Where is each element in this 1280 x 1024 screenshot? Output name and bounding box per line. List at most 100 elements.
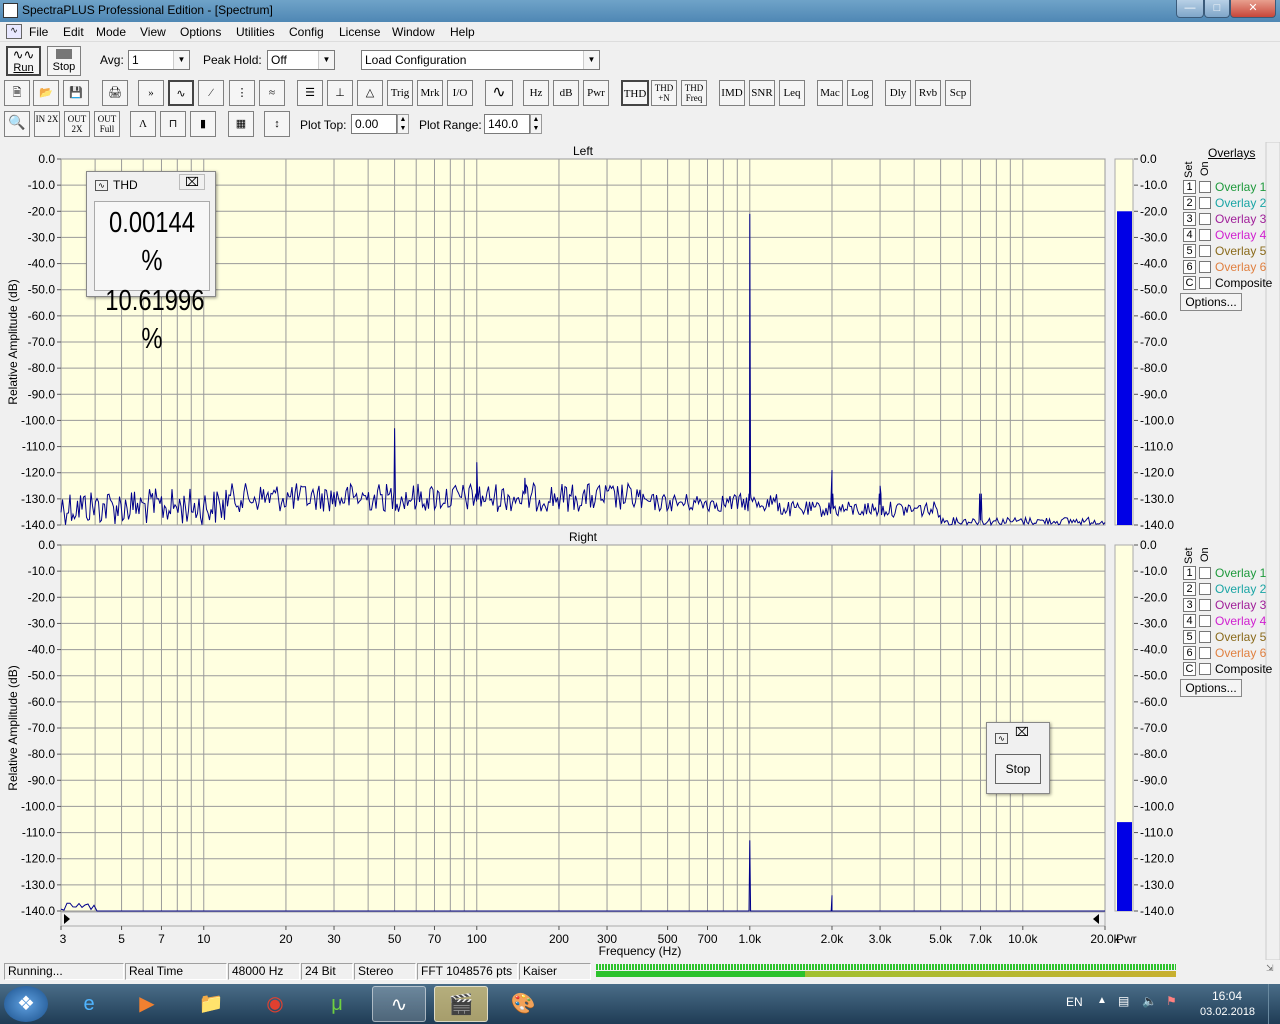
- resize-grip-icon[interactable]: ⇲: [1266, 963, 1278, 979]
- line-plot-icon[interactable]: Λ: [130, 111, 156, 137]
- overlay-options-button[interactable]: Options...: [1180, 679, 1242, 697]
- run-button[interactable]: ∿∿ Run: [6, 46, 41, 76]
- overlay-set-button[interactable]: 2: [1183, 582, 1196, 596]
- spectraplus-taskbar-icon[interactable]: ∿: [372, 986, 426, 1022]
- chevron-down-icon[interactable]: ▼: [318, 51, 334, 69]
- vertical-scale-icon[interactable]: ↕: [264, 111, 290, 137]
- step-plot-icon[interactable]: ⊓: [160, 111, 186, 137]
- app-icon[interactable]: [3, 3, 18, 18]
- overlay-on-checkbox[interactable]: [1199, 647, 1211, 659]
- file-explorer-icon[interactable]: 📁: [184, 986, 238, 1022]
- trig-button[interactable]: Trig: [387, 80, 413, 106]
- avg-select[interactable]: 1 ▼: [128, 50, 190, 70]
- chevron-down-icon[interactable]: ▼: [583, 51, 599, 69]
- show-desktop-button[interactable]: [1268, 984, 1280, 1024]
- plot-top-input[interactable]: 0.00 ▲ ▼: [351, 114, 409, 134]
- internet-explorer-icon[interactable]: e: [62, 986, 116, 1022]
- filter-icon[interactable]: △: [357, 80, 383, 106]
- zoom-out-full-button[interactable]: OUT Full: [94, 111, 120, 137]
- stop-window-button[interactable]: Stop: [995, 754, 1041, 784]
- overlay-set-button[interactable]: 3: [1183, 598, 1196, 612]
- spinner-arrows-icon[interactable]: ▲ ▼: [530, 114, 542, 134]
- document-icon[interactable]: ∿: [6, 24, 22, 39]
- imd-button[interactable]: IMD: [719, 80, 745, 106]
- overlay-on-checkbox[interactable]: [1199, 229, 1211, 241]
- log-button[interactable]: Log: [847, 80, 873, 106]
- 3d-surface-icon[interactable]: ≈: [259, 80, 285, 106]
- io-button[interactable]: I/O: [447, 80, 473, 106]
- thd-window[interactable]: ∿ THD ⌧ 0.00144 % 10.61996 %: [86, 171, 216, 355]
- maximize-button[interactable]: □: [1204, 0, 1230, 18]
- overlay-set-button[interactable]: C: [1183, 276, 1196, 290]
- fast-forward-icon[interactable]: »: [138, 80, 164, 106]
- stop-window[interactable]: ∿ ⌧ Stop: [986, 722, 1050, 794]
- close-button[interactable]: ✕: [1230, 0, 1276, 18]
- overlay-on-checkbox[interactable]: [1199, 663, 1211, 675]
- menu-view[interactable]: View: [140, 25, 166, 39]
- thd-freq-button[interactable]: THD Freq: [681, 80, 707, 106]
- snr-button[interactable]: SNR: [749, 80, 775, 106]
- media-player-icon[interactable]: ▶: [120, 986, 174, 1022]
- dly-button[interactable]: Dly: [885, 80, 911, 106]
- overlay-on-checkbox[interactable]: [1199, 213, 1211, 225]
- menu-help[interactable]: Help: [450, 25, 475, 39]
- overlay-set-button[interactable]: 1: [1183, 566, 1196, 580]
- overlay-set-button[interactable]: 3: [1183, 212, 1196, 226]
- minimize-button[interactable]: —: [1176, 0, 1204, 18]
- utorrent-icon[interactable]: μ: [310, 986, 364, 1022]
- configuration-select[interactable]: Load Configuration ▼: [361, 50, 600, 70]
- overlay-set-button[interactable]: 4: [1183, 228, 1196, 242]
- thd-button[interactable]: THD: [621, 80, 649, 106]
- chevron-down-icon[interactable]: ▼: [173, 51, 189, 69]
- mac-button[interactable]: Mac: [817, 80, 843, 106]
- bar-plot-icon[interactable]: ▮: [190, 111, 216, 137]
- overlay-set-button[interactable]: 6: [1183, 260, 1196, 274]
- overlay-set-button[interactable]: C: [1183, 662, 1196, 676]
- chrome-icon[interactable]: ◉: [248, 986, 302, 1022]
- close-icon[interactable]: ⌧: [1015, 725, 1029, 739]
- leq-button[interactable]: Leq: [779, 80, 805, 106]
- time-series-icon[interactable]: ∕: [198, 80, 224, 106]
- overlay-set-button[interactable]: 2: [1183, 196, 1196, 210]
- menu-utilities[interactable]: Utilities: [236, 25, 275, 39]
- mrk-button[interactable]: Mrk: [417, 80, 443, 106]
- menu-options[interactable]: Options: [180, 25, 221, 39]
- calculator-icon[interactable]: ▦: [228, 111, 254, 137]
- menu-license[interactable]: License: [339, 25, 380, 39]
- show-hidden-icons-icon[interactable]: ▲: [1097, 995, 1107, 1006]
- overlay-on-checkbox[interactable]: [1199, 615, 1211, 627]
- close-icon[interactable]: ⌧: [179, 174, 205, 190]
- open-folder-icon[interactable]: 📂: [33, 80, 59, 106]
- plot-range-input[interactable]: 140.0 ▲ ▼: [484, 114, 542, 134]
- scp-button[interactable]: Scp: [945, 80, 971, 106]
- menu-config[interactable]: Config: [289, 25, 324, 39]
- action-center-icon[interactable]: ⚑: [1166, 994, 1177, 1008]
- spectrogram-icon[interactable]: ⋮: [229, 80, 255, 106]
- rvb-button[interactable]: Rvb: [915, 80, 941, 106]
- overlay-on-checkbox[interactable]: [1199, 631, 1211, 643]
- menu-edit[interactable]: Edit: [63, 25, 84, 39]
- print-icon[interactable]: 🖨: [102, 80, 128, 106]
- list-view-icon[interactable]: ☰: [297, 80, 323, 106]
- overlay-on-checkbox[interactable]: [1199, 245, 1211, 257]
- overlay-on-checkbox[interactable]: [1199, 261, 1211, 273]
- spinner-arrows-icon[interactable]: ▲ ▼: [397, 114, 409, 134]
- overlay-set-button[interactable]: 5: [1183, 244, 1196, 258]
- language-indicator[interactable]: EN: [1066, 995, 1083, 1009]
- pwr-button[interactable]: Pwr: [583, 80, 609, 106]
- spectrum-view-icon[interactable]: ∿: [168, 80, 194, 106]
- menu-window[interactable]: Window: [392, 25, 435, 39]
- overlay-on-checkbox[interactable]: [1199, 181, 1211, 193]
- clock-date[interactable]: 03.02.2018: [1200, 1006, 1255, 1018]
- overlay-on-checkbox[interactable]: [1199, 599, 1211, 611]
- peak-hold-select[interactable]: Off ▼: [267, 50, 335, 70]
- media-app-icon[interactable]: 🎬: [434, 986, 488, 1022]
- thd-n-button[interactable]: THD +N: [651, 80, 677, 106]
- clock-time[interactable]: 16:04: [1212, 989, 1242, 1003]
- db-button[interactable]: dB: [553, 80, 579, 106]
- overlay-set-button[interactable]: 5: [1183, 630, 1196, 644]
- volume-icon[interactable]: 🔈: [1142, 994, 1157, 1008]
- overlay-on-checkbox[interactable]: [1199, 583, 1211, 595]
- save-icon[interactable]: 💾: [63, 80, 89, 106]
- overlay-set-button[interactable]: 4: [1183, 614, 1196, 628]
